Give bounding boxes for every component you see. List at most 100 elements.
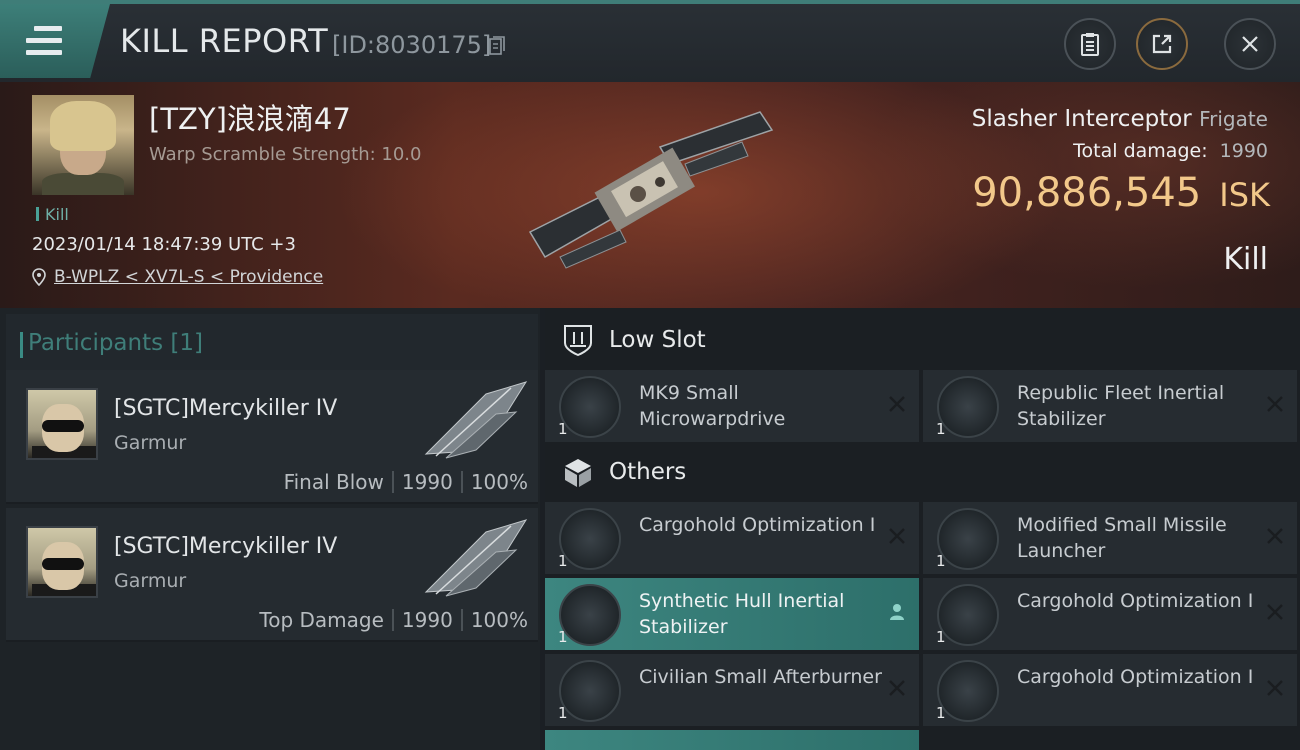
module-item[interactable]: 1 Cargohold Optimization I <box>545 502 919 574</box>
cargohold-icon <box>559 508 621 570</box>
isk-amount: 90,886,545 <box>972 170 1202 216</box>
scramble-strength: Warp Scramble Strength: 10.0 <box>149 144 422 165</box>
afterburner-icon <box>559 660 621 722</box>
victim-panel: [TZY]浪浪滴47 Warp Scramble Strength: 10.0 … <box>0 82 1300 308</box>
destroyed-icon <box>889 396 905 412</box>
module-item[interactable]: 1 Cargohold Optimization I <box>923 578 1297 650</box>
copy-icon[interactable] <box>489 36 505 56</box>
low-slot-header: Low Slot <box>545 310 1300 370</box>
isk-value: 90,886,545 ISK <box>972 170 1270 216</box>
share-button[interactable] <box>1136 18 1188 70</box>
destroyed-icon <box>1267 680 1283 696</box>
module-item[interactable]: 1 Civilian Small Afterburner <box>545 654 919 726</box>
module-name: Cargohold Optimization I <box>1017 666 1254 688</box>
module-name: Republic Fleet Inertial Stabilizer <box>1017 382 1225 430</box>
share-icon <box>1152 34 1172 54</box>
participants-panel: Participants [1] [SGTC]Mercykiller IV Ga… <box>0 308 540 750</box>
module-qty: 1 <box>558 704 568 722</box>
cargohold-icon <box>937 660 999 722</box>
destroyed-icon <box>1267 604 1283 620</box>
module-name: Cargohold Optimization I <box>639 514 876 536</box>
module-qty: 1 <box>558 552 568 570</box>
destroyed-icon <box>1267 396 1283 412</box>
module-qty: 1 <box>936 420 946 438</box>
module-qty: 1 <box>936 628 946 646</box>
low-slot-label: Low Slot <box>609 327 706 353</box>
low-slot-icon <box>564 325 592 357</box>
module-qty: 1 <box>558 420 568 438</box>
participant-row[interactable]: [SGTC]Mercykiller IV Garmur Top Damage 1… <box>6 508 538 642</box>
close-button[interactable] <box>1224 18 1276 70</box>
module-qty: 1 <box>936 704 946 722</box>
victim-avatar[interactable] <box>32 95 134 195</box>
module-name: MK9 Small Microwarpdrive <box>639 382 786 430</box>
location-pin-icon <box>32 268 46 286</box>
module-item[interactable]: 1 Cargohold Optimization I <box>923 654 1297 726</box>
participant-avatar[interactable] <box>26 526 98 598</box>
fittings-panel: Low Slot 1 MK9 Small Microwarpdrive 1 Re… <box>545 308 1300 750</box>
cube-icon <box>565 459 591 487</box>
kill-datetime: 2023/01/14 18:47:39 UTC +3 <box>32 234 296 255</box>
others-label: Others <box>609 459 687 485</box>
microwarpdrive-icon <box>559 376 621 438</box>
report-id: [ID:8030175] <box>332 31 492 59</box>
participant-stats: Final Blow 1990 100% <box>284 470 528 494</box>
participant-damage: 1990 <box>401 608 453 632</box>
participant-ship: Garmur <box>114 432 187 454</box>
menu-button[interactable] <box>0 4 110 78</box>
destroyed-icon <box>1267 528 1283 544</box>
total-damage-label: Total damage: <box>1073 140 1208 162</box>
participant-damage: 1990 <box>401 470 453 494</box>
close-icon <box>1242 36 1258 52</box>
dropped-person-icon <box>890 604 904 620</box>
ship-class: Frigate <box>1199 107 1268 131</box>
inertial-stabilizer-icon <box>559 584 621 646</box>
location-text[interactable]: B-WPLZ < XV7L-S < Providence <box>54 267 323 287</box>
participant-percent: 100% <box>470 470 528 494</box>
header-bar: KILL REPORT [ID:8030175] <box>0 0 1300 82</box>
module-qty: 1 <box>936 552 946 570</box>
participant-name: [SGTC]Mercykiller IV <box>114 396 338 421</box>
total-damage: Total damage: 1990 <box>1073 140 1268 162</box>
others-header: Others <box>545 442 1300 502</box>
page-title: KILL REPORT <box>120 22 329 60</box>
missile-launcher-icon <box>937 508 999 570</box>
victim-ship[interactable]: Slasher Interceptor Frigate <box>972 106 1268 132</box>
total-damage-value: 1990 <box>1219 140 1268 162</box>
participant-role: Top Damage <box>259 608 384 632</box>
participant-name: [SGTC]Mercykiller IV <box>114 534 338 559</box>
participant-ship-image <box>424 519 528 597</box>
module-qty: 1 <box>558 628 568 646</box>
ship-name: Slasher Interceptor <box>971 106 1192 132</box>
participant-avatar[interactable] <box>26 388 98 460</box>
clipboard-icon <box>1081 33 1099 56</box>
result-label: Kill <box>1223 242 1268 277</box>
inertial-stabilizer-icon <box>937 376 999 438</box>
victim-name[interactable]: [TZY]浪浪滴47 <box>149 96 351 138</box>
cargohold-icon <box>937 584 999 646</box>
module-item-highlighted[interactable]: 1 Synthetic Hull Inertial Stabilizer <box>545 578 919 650</box>
module-name: Modified Small Missile Launcher <box>1017 514 1227 562</box>
participant-stats: Top Damage 1990 100% <box>259 608 528 632</box>
module-name: Synthetic Hull Inertial Stabilizer <box>639 590 845 638</box>
module-item[interactable]: 1 MK9 Small Microwarpdrive <box>545 370 919 442</box>
menu-icon <box>26 26 62 56</box>
location-link[interactable]: B-WPLZ < XV7L-S < Providence <box>32 267 323 287</box>
victim-ship-image <box>528 111 774 269</box>
participants-header: Participants [1] <box>6 314 538 370</box>
participant-row[interactable]: [SGTC]Mercykiller IV Garmur Final Blow 1… <box>6 370 538 504</box>
participant-percent: 100% <box>470 608 528 632</box>
destroyed-icon <box>889 528 905 544</box>
destroyed-icon <box>889 680 905 696</box>
clipboard-button[interactable] <box>1064 18 1116 70</box>
module-name: Civilian Small Afterburner <box>639 666 882 688</box>
isk-unit: ISK <box>1219 176 1270 214</box>
participant-ship: Garmur <box>114 570 187 592</box>
module-item-partial[interactable] <box>545 730 919 750</box>
module-item[interactable]: 1 Modified Small Missile Launcher <box>923 502 1297 574</box>
kill-tag: Kill <box>36 205 69 224</box>
module-item[interactable]: 1 Republic Fleet Inertial Stabilizer <box>923 370 1297 442</box>
participant-ship-image <box>424 381 528 459</box>
participant-role: Final Blow <box>283 470 384 494</box>
module-name: Cargohold Optimization I <box>1017 590 1254 612</box>
